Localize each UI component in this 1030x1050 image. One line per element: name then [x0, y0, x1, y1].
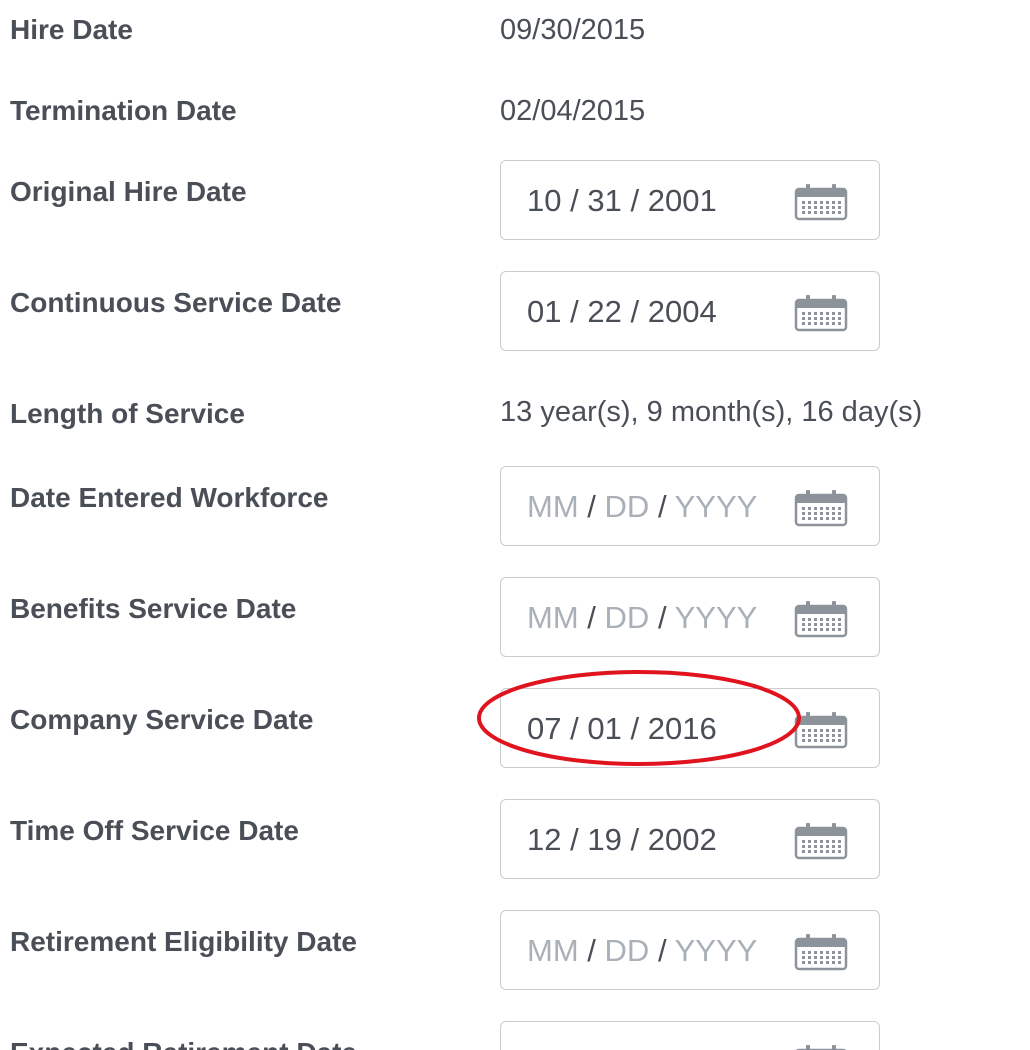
year-placeholder[interactable]: YYYY [675, 933, 758, 968]
company-service-date-label: Company Service Date [10, 704, 314, 735]
retirement-eligibility-date-label: Retirement Eligibility Date [10, 926, 357, 957]
day-placeholder[interactable]: DD [605, 933, 650, 968]
calendar-icon[interactable] [793, 600, 849, 638]
date-separator: / [657, 600, 667, 635]
month-segment[interactable]: 07 [527, 711, 561, 746]
date-separator: / [570, 183, 579, 218]
hire-date-value: 09/30/2015 [500, 14, 646, 46]
month-placeholder[interactable]: MM [527, 600, 579, 635]
day-placeholder[interactable]: DD [605, 489, 650, 524]
employee-dates-form: Hire Date 09/30/2015 Termination Date 02… [0, 0, 1030, 1050]
year-placeholder[interactable]: YYYY [675, 489, 758, 524]
date-entered-workforce-label: Date Entered Workforce [10, 482, 329, 513]
termination-date-value: 02/04/2015 [500, 95, 646, 127]
date-input-text: 01 / 22 / 2004 [527, 293, 717, 331]
length-of-service-label: Length of Service [10, 398, 245, 429]
date-separator: / [630, 294, 640, 329]
retirement-eligibility-date-field[interactable]: MM / DD / YYYY [500, 910, 880, 990]
date-separator: / [657, 933, 667, 968]
date-separator: / [570, 822, 579, 857]
calendar-icon[interactable] [793, 489, 849, 527]
date-separator: / [657, 489, 667, 524]
year-placeholder[interactable]: YYYY [675, 600, 758, 635]
calendar-icon[interactable] [793, 933, 849, 971]
date-separator: / [587, 600, 596, 635]
original-hire-date-field[interactable]: 10 / 31 / 2001 [500, 160, 880, 240]
date-input-text: MM / DD / YYYY [527, 488, 757, 526]
benefits-service-date-field[interactable]: MM / DD / YYYY [500, 577, 880, 657]
date-separator: / [630, 183, 640, 218]
date-separator: / [587, 933, 596, 968]
year-segment[interactable]: 2001 [648, 183, 717, 218]
month-segment[interactable]: 01 [527, 294, 561, 329]
month-placeholder[interactable]: MM [527, 933, 579, 968]
date-separator: / [630, 822, 640, 857]
day-segment[interactable]: 19 [587, 822, 621, 857]
calendar-icon[interactable] [793, 183, 849, 221]
calendar-icon[interactable] [793, 294, 849, 332]
year-segment[interactable]: 2016 [648, 711, 717, 746]
date-separator: / [570, 294, 579, 329]
day-segment[interactable]: 01 [587, 711, 621, 746]
date-separator: / [570, 711, 579, 746]
length-of-service-value: 13 year(s), 9 month(s), 16 day(s) [500, 396, 923, 428]
month-segment[interactable]: 10 [527, 183, 561, 218]
day-segment[interactable]: 22 [587, 294, 621, 329]
date-input-text: 07 / 01 / 2016 [527, 710, 717, 748]
calendar-icon[interactable] [793, 711, 849, 749]
original-hire-date-label: Original Hire Date [10, 176, 247, 207]
year-segment[interactable]: 2004 [648, 294, 717, 329]
calendar-icon[interactable] [793, 1044, 849, 1050]
termination-date-label: Termination Date [10, 95, 237, 126]
calendar-icon[interactable] [793, 822, 849, 860]
date-input-text: MM / DD / YYYY [527, 932, 757, 970]
time-off-service-date-field[interactable]: 12 / 19 / 2002 [500, 799, 880, 879]
continuous-service-date-field[interactable]: 01 / 22 / 2004 [500, 271, 880, 351]
month-placeholder[interactable]: MM [527, 489, 579, 524]
month-segment[interactable]: 12 [527, 822, 561, 857]
date-separator: / [630, 711, 640, 746]
time-off-service-date-label: Time Off Service Date [10, 815, 299, 846]
benefits-service-date-label: Benefits Service Date [10, 593, 297, 624]
day-placeholder[interactable]: DD [605, 600, 650, 635]
date-separator: / [587, 489, 596, 524]
expected-retirement-date-field[interactable] [500, 1021, 880, 1050]
date-input-text: 12 / 19 / 2002 [527, 821, 717, 859]
hire-date-label: Hire Date [10, 14, 133, 45]
day-segment[interactable]: 31 [587, 183, 621, 218]
date-input-text: 10 / 31 / 2001 [527, 182, 717, 220]
company-service-date-field[interactable]: 07 / 01 / 2016 [500, 688, 880, 768]
expected-retirement-date-label: Expected Retirement Date [10, 1035, 357, 1050]
date-input-text: MM / DD / YYYY [527, 599, 757, 637]
year-segment[interactable]: 2002 [648, 822, 717, 857]
date-entered-workforce-field[interactable]: MM / DD / YYYY [500, 466, 880, 546]
continuous-service-date-label: Continuous Service Date [10, 287, 342, 318]
